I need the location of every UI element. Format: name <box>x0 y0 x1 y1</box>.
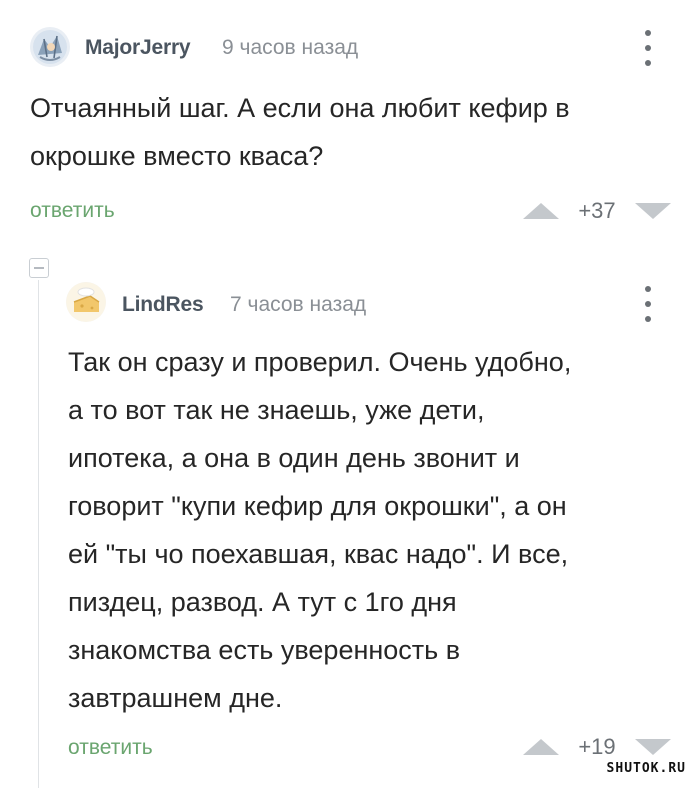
avatar-image-icon <box>66 282 106 322</box>
avatar[interactable] <box>30 27 70 67</box>
collapse-thread-icon[interactable] <box>29 258 49 278</box>
thread-line <box>38 280 39 788</box>
comment-text: Так он сразу и проверил. Очень удобно, а… <box>68 347 572 713</box>
comment-lindres: LindRes 7 часов назад Так он сразу и про… <box>0 240 700 788</box>
upvote-icon[interactable] <box>523 737 559 757</box>
comment-author[interactable]: LindRes <box>122 293 204 317</box>
watermark: SHUTOK.RU <box>606 761 686 776</box>
downvote-icon[interactable] <box>635 201 671 221</box>
comment-menu-icon[interactable] <box>638 286 658 322</box>
comment-time: 9 часов назад <box>222 36 359 59</box>
comment-author[interactable]: MajorJerry <box>85 36 191 60</box>
comment-time: 7 часов назад <box>230 293 367 316</box>
comment-score: +37 <box>578 198 616 223</box>
downvote-icon[interactable] <box>635 737 671 757</box>
comment-menu-icon[interactable] <box>638 30 658 66</box>
reply-button[interactable]: ответить <box>30 199 115 223</box>
comment-majorjerry: MajorJerry 9 часов назад Отчаянный шаг. … <box>0 0 700 240</box>
reply-button[interactable]: ответить <box>68 736 153 760</box>
upvote-icon[interactable] <box>523 201 559 221</box>
avatar-image-icon <box>30 27 70 67</box>
comment-text: Отчаянный шаг. А если она любит кефир в … <box>30 93 570 171</box>
avatar[interactable] <box>66 282 106 322</box>
comment-score: +19 <box>578 734 616 759</box>
